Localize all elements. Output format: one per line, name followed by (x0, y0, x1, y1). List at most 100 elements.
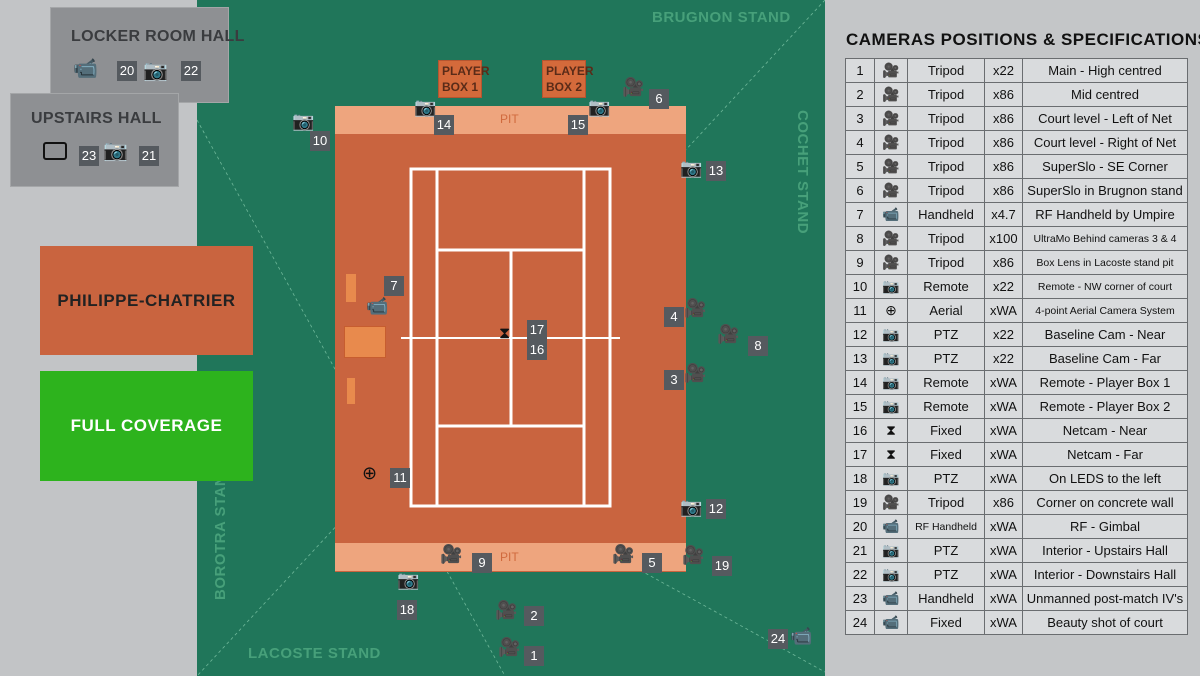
table-row: 23 📹 Handheld xWA Unmanned post-match IV's (845, 586, 1188, 611)
ptz-camera-icon: 📷 (103, 138, 128, 162)
table-row: 19 🎥 Tripod x86 Corner on concrete wall (845, 490, 1188, 515)
camera-description: SuperSlo - SE Corner (1022, 154, 1188, 179)
camera-number: 19 (845, 490, 875, 515)
bench-top (346, 274, 356, 302)
tripod-camera-icon: 🎥 (498, 637, 521, 658)
camera-lens: xWA (984, 298, 1023, 323)
borotra-stand-label: BOROTRA STAND (212, 463, 229, 601)
camera-lens: x22 (984, 322, 1023, 347)
camera-lens: x86 (984, 178, 1023, 203)
camera-lens: x86 (984, 82, 1023, 107)
handheld-camera-icon: 📹 (874, 202, 908, 227)
camera-number: 15 (845, 394, 875, 419)
table-row: 12 📷 PTZ x22 Baseline Cam - Near (845, 322, 1188, 347)
camera-lens: xWA (984, 394, 1023, 419)
camera-12-label: 12 (706, 499, 726, 519)
camera-number: 20 (845, 514, 875, 539)
handheld-camera-icon: 📹 (874, 514, 908, 539)
camera-10-label: 10 (310, 131, 330, 151)
camera-description: Mid centred (1022, 82, 1188, 107)
camera-mount: PTZ (907, 346, 985, 371)
camera-21-label: 21 (139, 146, 159, 166)
full-coverage-box: FULL COVERAGE (40, 371, 253, 481)
locker-room-hall: LOCKER ROOM HALL 📹 20 📷 22 (50, 7, 244, 103)
player-box-2-line-2: BOX 2 (546, 80, 583, 94)
camera-mount: Remote (907, 394, 985, 419)
camera-lens: x22 (984, 274, 1023, 299)
upstairs-hall-title: UPSTAIRS HALL (31, 110, 162, 127)
tripod-camera-icon: 🎥 (612, 544, 635, 565)
camera-lens: x22 (984, 58, 1023, 83)
camera-mount: Tripod (907, 226, 985, 251)
netcam-icon: ⧗ (499, 323, 511, 342)
table-row: 11 ⊕ Aerial xWA 4-point Aerial Camera System (845, 298, 1188, 323)
table-row: 7 📹 Handheld x4.7 RF Handheld by Umpire (845, 202, 1188, 227)
camera-description: Court level - Left of Net (1022, 106, 1188, 131)
camera-1-label: 1 (524, 646, 544, 666)
table-row: 10 📷 Remote x22 Remote - NW corner of court (845, 274, 1188, 299)
table-row: 1 🎥 Tripod x22 Main - High centred (845, 58, 1188, 83)
camera-mount: PTZ (907, 322, 985, 347)
camera-15-label: 15 (568, 115, 588, 135)
camera-mount: Tripod (907, 178, 985, 203)
camera-lens: xWA (984, 586, 1023, 611)
ptz-camera-icon: 📷 (874, 346, 908, 371)
table-row: 8 🎥 Tripod x100 UltraMo Behind cameras 3 & 4 (845, 226, 1188, 251)
camera-number: 8 (845, 226, 875, 251)
ptz-camera-icon: 📷 (143, 58, 168, 82)
camera-number: 16 (845, 418, 875, 443)
camera-mount: PTZ (907, 466, 985, 491)
camera-lens: x86 (984, 130, 1023, 155)
camera-mount: PTZ (907, 562, 985, 587)
table-row: 18 📷 PTZ xWA On LEDS to the left (845, 466, 1188, 491)
cochet-stand-label: COCHET STAND (794, 110, 811, 235)
camera-4-label: 4 (664, 307, 684, 327)
camera-number: 5 (845, 154, 875, 179)
tripod-camera-icon: 🎥 (874, 130, 908, 155)
table-row: 17 ⧗ Fixed xWA Netcam - Far (845, 442, 1188, 467)
camera-description: Main - High centred (1022, 58, 1188, 83)
camera-number: 21 (845, 538, 875, 563)
table-row: 15 📷 Remote xWA Remote - Player Box 2 (845, 394, 1188, 419)
ptz-camera-icon: 📷 (874, 538, 908, 563)
camera-description: SuperSlo in Brugnon stand (1022, 178, 1188, 203)
umpire-chair (344, 326, 386, 358)
camera-20-label: 20 (117, 61, 137, 81)
camera-description: Netcam - Far (1022, 442, 1188, 467)
camera-description: Baseline Cam - Near (1022, 322, 1188, 347)
specs-table: 1 🎥 Tripod x22 Main - High centred 2 🎥 Tripod x8… (845, 58, 1188, 635)
camera-17-label: 17 (527, 320, 547, 340)
camera-description: RF Handheld by Umpire (1022, 202, 1188, 227)
camera-number: 7 (845, 202, 875, 227)
table-row: 4 🎥 Tripod x86 Court level - Right of Net (845, 130, 1188, 155)
camera-mount: PTZ (907, 538, 985, 563)
netcam-icon: ⧗ (874, 442, 908, 467)
camera-number: 11 (845, 298, 875, 323)
camera-mount: Fixed (907, 610, 985, 635)
player-box-1-line-2: BOX 1 (442, 80, 479, 94)
camera-mount: Tripod (907, 154, 985, 179)
camera-number: 9 (845, 250, 875, 275)
camera-mount: Tripod (907, 82, 985, 107)
tripod-camera-icon: 🎥 (684, 363, 707, 384)
camera-description: 4-point Aerial Camera System (1022, 298, 1188, 323)
camera-mount: Remote (907, 370, 985, 395)
camera-mount: Handheld (907, 586, 985, 611)
camera-description: Court level - Right of Net (1022, 130, 1188, 155)
tripod-camera-icon: 🎥 (440, 544, 463, 565)
handheld-camera-icon: 📹 (366, 296, 389, 317)
remote-camera-icon: 📷 (874, 370, 908, 395)
camera-lens: xWA (984, 442, 1023, 467)
camera-mount: Tripod (907, 58, 985, 83)
court-name: PHILIPPE-CHATRIER (57, 290, 236, 310)
table-row: 9 🎥 Tripod x86 Box Lens in Lacoste stand pit (845, 250, 1188, 275)
camera-lens: xWA (984, 610, 1023, 635)
camera-mount: Tripod (907, 106, 985, 131)
camera-lens: xWA (984, 418, 1023, 443)
camera-3-label: 3 (664, 370, 684, 390)
table-row: 6 🎥 Tripod x86 SuperSlo in Brugnon stand (845, 178, 1188, 203)
tripod-camera-icon: 🎥 (682, 545, 705, 566)
camera-19-label: 19 (712, 556, 732, 576)
camera-number: 2 (845, 82, 875, 107)
camera-number: 22 (845, 562, 875, 587)
